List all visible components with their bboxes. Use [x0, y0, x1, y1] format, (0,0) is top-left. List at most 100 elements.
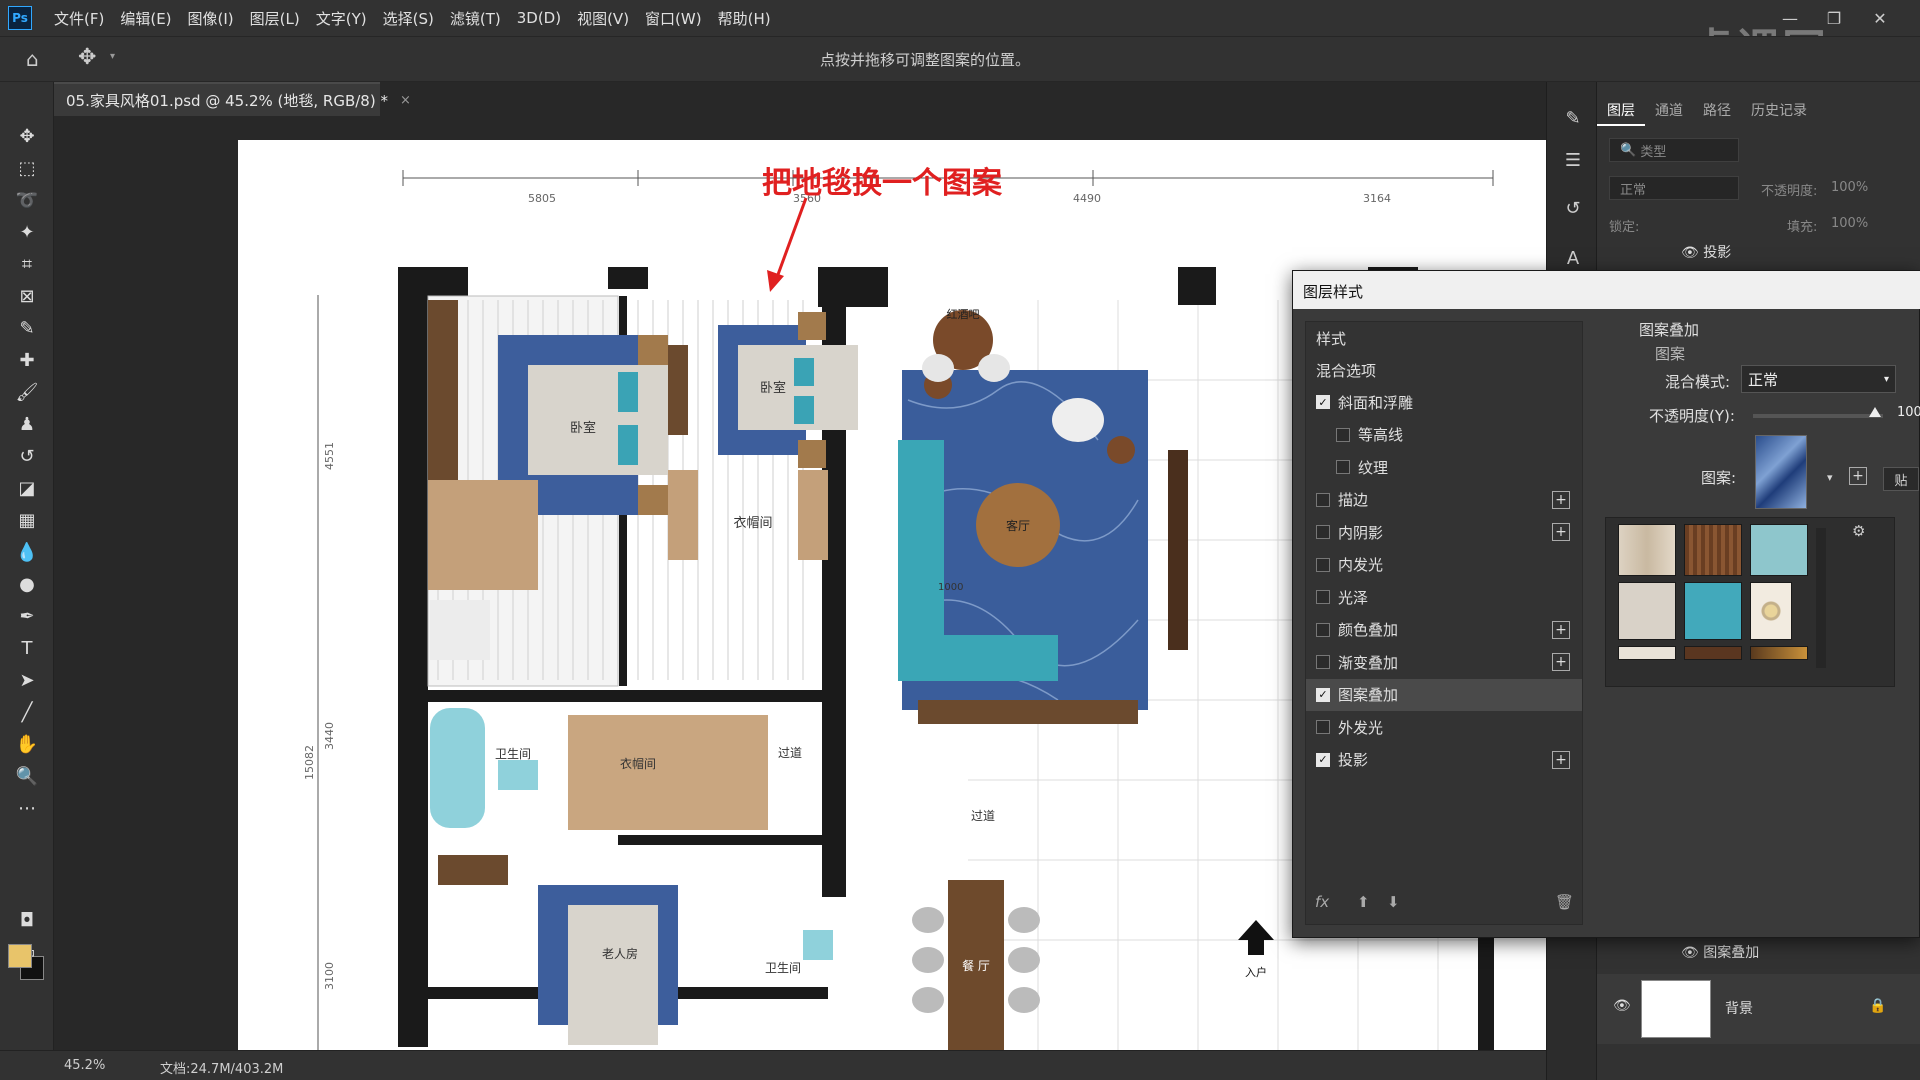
pattern-swatch-floral[interactable] — [1750, 582, 1792, 640]
pattern-preview[interactable] — [1755, 435, 1807, 509]
effect-pattern-overlay-row[interactable]: 👁 图案叠加 — [1597, 942, 1920, 962]
style-checkbox[interactable]: ✓ — [1316, 752, 1330, 767]
quick-mask-icon[interactable]: ◘ — [13, 906, 41, 934]
pen-tool-icon[interactable]: ✒ — [13, 602, 41, 630]
menu-file[interactable]: 文件(F) — [46, 8, 112, 29]
blur-tool-icon[interactable]: 💧 — [13, 538, 41, 566]
style-row[interactable]: ✓ 图案叠加 — [1306, 678, 1582, 711]
style-row[interactable]: 描边 + — [1306, 484, 1582, 516]
more-tools-icon[interactable]: ⋯ — [13, 794, 41, 822]
eyedropper-icon[interactable]: ✎ — [13, 314, 41, 342]
gear-icon[interactable]: ⚙ — [1852, 522, 1865, 540]
history-brush-icon[interactable]: ↺ — [13, 442, 41, 470]
style-row[interactable]: 外发光 — [1306, 711, 1582, 743]
menu-filter[interactable]: 滤镜(T) — [442, 8, 509, 29]
dodge-tool-icon[interactable]: ● — [13, 570, 41, 598]
style-checkbox[interactable] — [1316, 590, 1330, 604]
style-checkbox[interactable] — [1336, 427, 1350, 442]
move-up-icon[interactable]: ⬆ — [1357, 893, 1370, 911]
style-checkbox[interactable] — [1336, 460, 1350, 474]
opacity-slider[interactable] — [1753, 414, 1883, 418]
add-style-icon[interactable]: + — [1552, 523, 1570, 541]
menu-type[interactable]: 文字(Y) — [308, 8, 375, 29]
menu-layer[interactable]: 图层(L) — [242, 8, 308, 29]
picker-scrollbar[interactable] — [1816, 528, 1826, 668]
history-icon[interactable]: ↺ — [1559, 194, 1587, 222]
tab-paths[interactable]: 路径 — [1693, 96, 1741, 126]
new-preset-icon[interactable]: + — [1849, 467, 1867, 485]
style-checkbox[interactable] — [1316, 525, 1330, 539]
style-checkbox[interactable]: ✓ — [1316, 395, 1330, 409]
pattern-swatch-wood[interactable] — [1684, 524, 1742, 576]
eye-icon[interactable]: 👁 — [1681, 945, 1699, 961]
character-icon[interactable]: A — [1559, 244, 1587, 272]
pattern-swatch-teal[interactable] — [1684, 582, 1742, 640]
pattern-swatch-beige[interactable] — [1618, 524, 1676, 576]
frame-tool-icon[interactable]: ⊠ — [13, 282, 41, 310]
style-checkbox[interactable] — [1316, 622, 1330, 637]
style-checkbox[interactable]: ✓ — [1316, 687, 1330, 702]
line-tool-icon[interactable]: ╱ — [13, 698, 41, 726]
style-row[interactable]: 纹理 — [1306, 451, 1582, 483]
chevron-down-icon[interactable]: ▾ — [1827, 471, 1833, 484]
menu-view[interactable]: 视图(V) — [569, 8, 637, 29]
move-down-icon[interactable]: ⬇ — [1387, 893, 1400, 911]
pattern-swatch-light[interactable] — [1618, 646, 1676, 660]
add-style-icon[interactable]: + — [1552, 750, 1570, 769]
blend-options[interactable]: 混合选项 — [1306, 354, 1582, 386]
pattern-swatch-bronze[interactable] — [1750, 646, 1808, 660]
menu-help[interactable]: 帮助(H) — [710, 8, 779, 29]
foreground-color[interactable] — [8, 944, 32, 968]
style-row[interactable]: 光泽 — [1306, 581, 1582, 613]
pattern-swatch-grey[interactable] — [1618, 582, 1676, 640]
lasso-tool-icon[interactable]: ➰ — [13, 186, 41, 214]
layer-opacity-value[interactable]: 100% — [1831, 180, 1868, 195]
menu-edit[interactable]: 编辑(E) — [112, 8, 179, 29]
style-checkbox[interactable] — [1316, 655, 1330, 669]
zoom-level[interactable]: 45.2% — [64, 1058, 105, 1073]
blend-mode-select[interactable]: 正常 ▾ — [1741, 365, 1896, 393]
snap-origin-button[interactable]: 贴 — [1883, 467, 1919, 491]
menu-window[interactable]: 窗口(W) — [637, 8, 710, 29]
tab-channels[interactable]: 通道 — [1645, 96, 1693, 126]
home-icon[interactable]: ⌂ — [26, 47, 39, 71]
close-tab-icon[interactable]: × — [400, 93, 411, 108]
style-row[interactable]: 内阴影 + — [1306, 516, 1582, 548]
opacity-value[interactable]: 100 — [1897, 405, 1920, 420]
add-style-icon[interactable]: + — [1552, 490, 1570, 509]
tab-history[interactable]: 历史记录 — [1741, 96, 1817, 126]
style-row[interactable]: 渐变叠加 + — [1306, 646, 1582, 678]
eye-icon[interactable]: 👁 — [1613, 998, 1631, 1014]
move-icon[interactable]: ✥ — [78, 45, 96, 70]
marquee-tool-icon[interactable]: ⬚ — [13, 154, 41, 182]
pattern-swatch-dark-wood[interactable] — [1684, 646, 1742, 660]
fill-value[interactable]: 100% — [1831, 216, 1868, 231]
healing-brush-icon[interactable]: ✚ — [13, 346, 41, 374]
stamp-tool-icon[interactable]: ♟ — [13, 410, 41, 438]
pattern-picker[interactable]: ⚙ — [1605, 517, 1895, 687]
style-row[interactable]: ✓ 投影 + — [1306, 744, 1582, 776]
style-row[interactable]: 颜色叠加 + — [1306, 614, 1582, 646]
hand-tool-icon[interactable]: ✋ — [13, 730, 41, 758]
style-checkbox[interactable] — [1316, 557, 1330, 572]
style-row[interactable]: 内发光 — [1306, 549, 1582, 581]
move-tool-icon[interactable]: ✥ — [13, 122, 41, 150]
menu-3d[interactable]: 3D(D) — [509, 9, 569, 27]
style-row[interactable]: 等高线 — [1306, 419, 1582, 451]
crop-tool-icon[interactable]: ⌗ — [13, 250, 41, 278]
path-select-icon[interactable]: ➤ — [13, 666, 41, 694]
style-row[interactable]: ✓ 斜面和浮雕 — [1306, 386, 1582, 418]
effect-drop-shadow-row[interactable]: 👁 投影 — [1597, 242, 1920, 262]
layer-filter-input[interactable]: 🔍 类型 — [1609, 138, 1739, 162]
styles-header[interactable]: 样式 — [1306, 322, 1582, 354]
adjustments-icon[interactable]: ☰ — [1559, 146, 1587, 174]
gradient-tool-icon[interactable]: ▦ — [13, 506, 41, 534]
type-tool-icon[interactable]: T — [13, 634, 41, 662]
close-icon[interactable]: ✕ — [1860, 4, 1900, 32]
eye-icon[interactable]: 👁 — [1681, 245, 1699, 261]
opacity-slider-thumb[interactable] — [1869, 407, 1881, 417]
eraser-tool-icon[interactable]: ◪ — [13, 474, 41, 502]
layer-blend-mode[interactable]: 正常 — [1609, 176, 1739, 200]
menu-select[interactable]: 选择(S) — [375, 8, 442, 29]
add-style-icon[interactable]: + — [1552, 653, 1570, 671]
